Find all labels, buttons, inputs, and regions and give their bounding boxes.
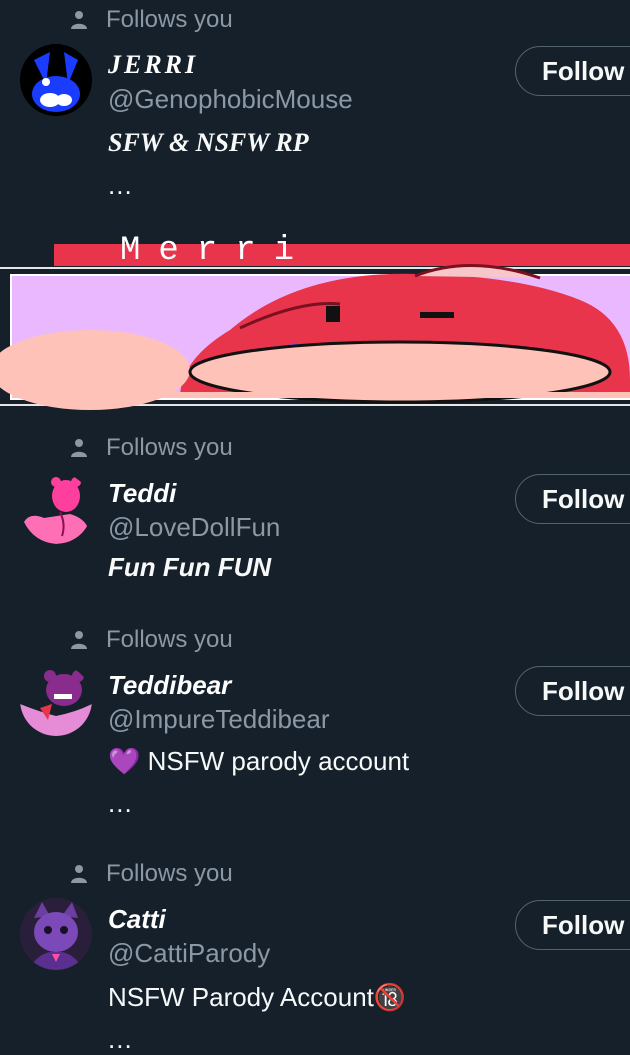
follows-you-row: Follows you xyxy=(70,6,233,34)
user-handle[interactable]: @GenophobicMouse xyxy=(108,84,353,115)
no-under-18-icon: 🔞 xyxy=(373,982,407,1012)
follow-button[interactable]: Follow xyxy=(515,900,630,950)
follow-button[interactable]: Follow xyxy=(515,46,630,96)
user-bio: NSFW parody account xyxy=(147,746,410,776)
banner-text: Merri xyxy=(120,232,313,270)
user-bio: NSFW Parody Account xyxy=(108,982,374,1012)
avatar[interactable] xyxy=(20,898,92,970)
follow-button[interactable]: Follow xyxy=(515,474,630,524)
display-name[interactable]: Teddibear xyxy=(108,670,231,701)
follows-you-label: Follows you xyxy=(106,434,233,461)
profile-banner-image[interactable]: Merri xyxy=(0,234,630,410)
follows-you-label: Follows you xyxy=(106,626,233,653)
user-bio-row: 💜 NSFW parody account xyxy=(108,746,409,777)
follows-you-row: Follows you xyxy=(70,626,233,654)
user-bio-row: NSFW Parody Account🔞 xyxy=(108,982,406,1013)
user-bio: SFW & NSFW RP xyxy=(108,128,309,157)
person-icon xyxy=(71,865,87,883)
person-icon xyxy=(71,439,87,457)
bio-ellipsis: ... xyxy=(108,788,133,818)
person-icon xyxy=(71,11,87,29)
display-name[interactable]: JERRI xyxy=(108,50,198,80)
user-bio: Fun Fun FUN xyxy=(108,552,272,582)
person-icon xyxy=(71,631,87,649)
display-name[interactable]: Catti xyxy=(108,904,166,935)
bio-ellipsis: ... xyxy=(108,1024,133,1054)
avatar[interactable] xyxy=(20,472,92,544)
user-handle[interactable]: @CattiParody xyxy=(108,938,270,969)
display-name[interactable]: Teddi xyxy=(108,478,176,509)
follows-you-row: Follows you xyxy=(70,434,233,462)
avatar[interactable] xyxy=(20,44,92,116)
avatar[interactable] xyxy=(20,664,92,736)
purple-heart-icon: 💜 xyxy=(108,746,141,776)
follows-you-label: Follows you xyxy=(106,6,233,33)
user-handle[interactable]: @ImpureTeddibear xyxy=(108,704,330,735)
bio-ellipsis: ... xyxy=(108,170,133,200)
follows-you-label: Follows you xyxy=(106,860,233,887)
follow-button[interactable]: Follow xyxy=(515,666,630,716)
follows-you-row: Follows you xyxy=(70,860,233,888)
user-handle[interactable]: @LoveDollFun xyxy=(108,512,280,543)
